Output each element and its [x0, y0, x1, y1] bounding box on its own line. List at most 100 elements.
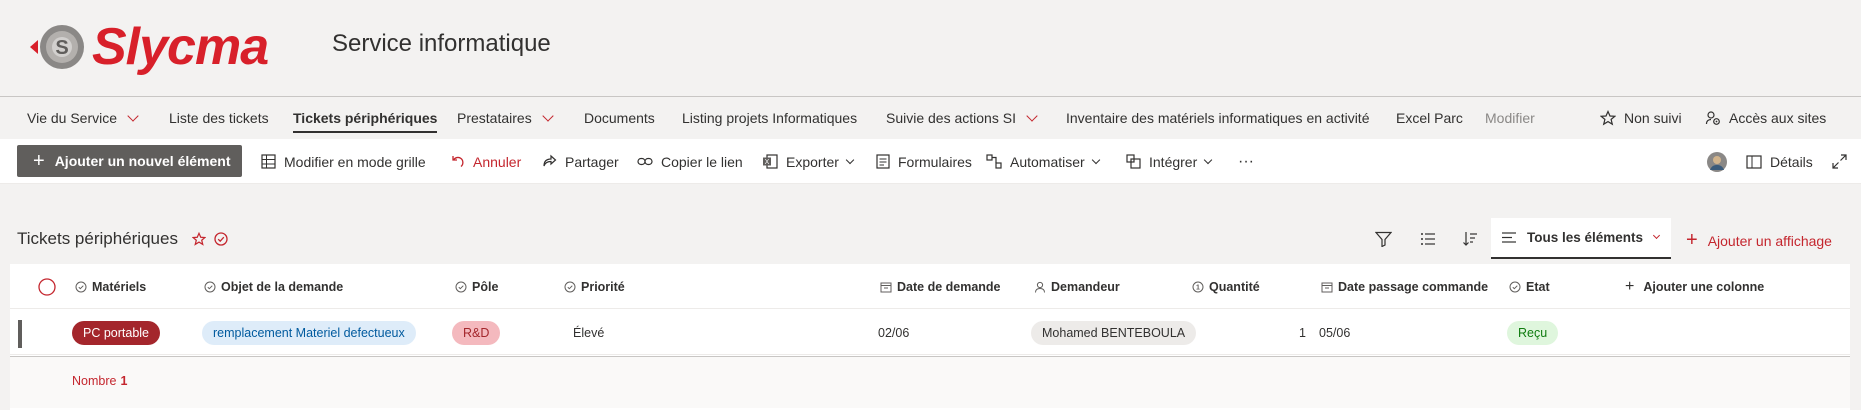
- nav-item-suivie-actions-si[interactable]: Suivie des actions SI: [886, 97, 1038, 139]
- logo-globe-icon: S: [30, 25, 84, 69]
- forms-button[interactable]: Formulaires: [876, 139, 972, 184]
- cell-priorite: Élevé: [573, 325, 605, 340]
- column-header-label: Matériels: [92, 279, 147, 294]
- count-label: Nombre: [72, 374, 117, 388]
- nav-item-excel-parc[interactable]: Excel Parc: [1396, 97, 1463, 139]
- choice-column-icon: [564, 281, 576, 292]
- share-button[interactable]: Partager: [542, 139, 619, 184]
- flow-icon: [986, 154, 1002, 169]
- cell-objet: remplacement Materiel defectueux: [202, 310, 416, 355]
- column-header-demandeur[interactable]: Demandeur: [1034, 264, 1120, 309]
- column-header-label: Quantité: [1209, 279, 1260, 294]
- column-header-materiels[interactable]: Matériels: [75, 264, 146, 309]
- nav-item-inventaire[interactable]: Inventaire des matériels informatiques e…: [1066, 97, 1369, 139]
- row-selection-bar[interactable]: [18, 320, 22, 348]
- share-icon: [543, 154, 557, 167]
- nav-item-listing-projets[interactable]: Listing projets Informatiques: [682, 97, 857, 139]
- add-column-label: Ajouter une colonne: [1643, 279, 1765, 294]
- grid-header-row: Matériels Objet de la demande Pôle Prior…: [10, 264, 1850, 309]
- cell-date-demande: 02/06: [878, 325, 910, 340]
- follow-button[interactable]: Non suivi: [1600, 97, 1682, 139]
- export-label: Exporter: [786, 153, 839, 170]
- site-logo[interactable]: S Slycma: [30, 18, 269, 76]
- nav-item-label: Suivie des actions SI: [886, 110, 1016, 126]
- undo-label: Annuler: [473, 153, 522, 170]
- grid-edit-button[interactable]: Modifier en mode grille: [261, 139, 426, 184]
- calendar-icon: [1321, 282, 1333, 292]
- chevron-down-icon: [542, 109, 554, 122]
- table-row[interactable]: PC portable remplacement Materiel defect…: [10, 310, 1850, 355]
- export-button[interactable]: X Exporter: [762, 139, 855, 184]
- integrate-button[interactable]: Intégrer: [1126, 139, 1213, 184]
- column-header-date-commande[interactable]: Date passage commande: [1321, 264, 1488, 309]
- cell-quantite: 1: [1299, 325, 1306, 340]
- cell-materiels: PC portable: [72, 310, 161, 355]
- view-selector[interactable]: Tous les éléments: [1491, 218, 1671, 259]
- choice-column-icon: [455, 281, 467, 292]
- expand-button[interactable]: [1832, 139, 1855, 184]
- demandeur-pill[interactable]: Mohamed BENTEBOULA: [1031, 320, 1197, 345]
- materiels-pill: PC portable: [72, 320, 161, 345]
- nav-item-modifier[interactable]: Modifier: [1485, 97, 1535, 139]
- nav-item-label: Listing projets Informatiques: [682, 110, 858, 126]
- column-header-quantite[interactable]: 1 Quantité: [1192, 264, 1260, 309]
- list-grid: Matériels Objet de la demande Pôle Prior…: [10, 264, 1850, 410]
- column-header-etat[interactable]: Etat: [1509, 264, 1550, 309]
- filter-icon: [1375, 231, 1392, 247]
- column-header-date-demande[interactable]: Date de demande: [880, 264, 1001, 309]
- copy-link-label: Copier le lien: [661, 153, 743, 170]
- nav-item-label: Documents: [584, 110, 655, 126]
- star-outline-icon: [1600, 110, 1616, 126]
- people-settings-icon: [1705, 111, 1720, 125]
- follow-label: Non suivi: [1624, 110, 1682, 126]
- cell-etat: Reçu: [1507, 310, 1559, 355]
- column-header-label: Pôle: [472, 279, 499, 294]
- add-view-button[interactable]: + Ajouter un affichage: [1686, 229, 1832, 252]
- add-new-item-button[interactable]: + Ajouter un nouvel élément: [17, 145, 242, 177]
- column-header-priorite[interactable]: Priorité: [564, 264, 625, 309]
- check-circle-icon[interactable]: [214, 232, 228, 246]
- nav-item-vie-du-service[interactable]: Vie du Service: [27, 97, 139, 139]
- nav-item-prestataires[interactable]: Prestataires: [457, 97, 554, 139]
- favorite-star-icon[interactable]: [191, 232, 206, 246]
- plus-icon: +: [1686, 229, 1698, 251]
- column-header-objet[interactable]: Objet de la demande: [204, 264, 343, 309]
- automate-button[interactable]: Automatiser: [986, 139, 1100, 184]
- undo-button[interactable]: Annuler: [450, 139, 521, 184]
- nav-item-label: Modifier: [1485, 110, 1535, 126]
- select-all-checkbox[interactable]: [38, 264, 61, 309]
- grid-footer: Nombre 1: [10, 356, 1850, 408]
- plus-icon: +: [33, 149, 45, 172]
- site-header: S Slycma Service informatique: [0, 0, 1861, 97]
- details-button[interactable]: Détails: [1746, 139, 1813, 184]
- nav-item-documents[interactable]: Documents: [584, 97, 655, 139]
- automate-label: Automatiser: [1010, 153, 1085, 170]
- user-avatar[interactable]: [1707, 139, 1735, 184]
- number-icon: 1: [1192, 281, 1204, 292]
- share-label: Partager: [565, 153, 619, 170]
- calendar-icon: [880, 282, 892, 292]
- cell-date-commande: 05/06: [1319, 325, 1351, 340]
- sort-button[interactable]: [1462, 218, 1478, 260]
- chevron-down-icon: [845, 155, 855, 164]
- nav-item-liste-des-tickets[interactable]: Liste des tickets: [169, 97, 269, 139]
- add-column-button[interactable]: + Ajouter une colonne: [1625, 264, 1764, 309]
- site-access-button[interactable]: Accès aux sites: [1705, 97, 1826, 139]
- nav-item-tickets-peripheriques[interactable]: Tickets périphériques: [293, 97, 438, 139]
- integrate-label: Intégrer: [1149, 153, 1198, 170]
- nav-item-label: Inventaire des matériels informatiques e…: [1066, 110, 1370, 126]
- group-by-button[interactable]: [1420, 218, 1436, 260]
- choice-column-icon: [75, 281, 87, 292]
- site-navigation: Vie du Service Liste des tickets Tickets…: [0, 97, 1861, 139]
- site-title[interactable]: Service informatique: [332, 30, 551, 58]
- more-commands-button[interactable]: ···: [1238, 139, 1254, 184]
- item-count: Nombre 1: [72, 374, 127, 388]
- svg-text:S: S: [55, 37, 68, 59]
- column-header-pole[interactable]: Pôle: [455, 264, 498, 309]
- filter-button[interactable]: [1375, 218, 1392, 260]
- svg-text:X: X: [765, 159, 770, 166]
- copy-link-button[interactable]: Copier le lien: [637, 139, 743, 184]
- nav-item-label: Tickets périphériques: [293, 110, 438, 126]
- svg-text:1: 1: [1196, 284, 1200, 291]
- nav-item-label: Liste des tickets: [169, 110, 269, 126]
